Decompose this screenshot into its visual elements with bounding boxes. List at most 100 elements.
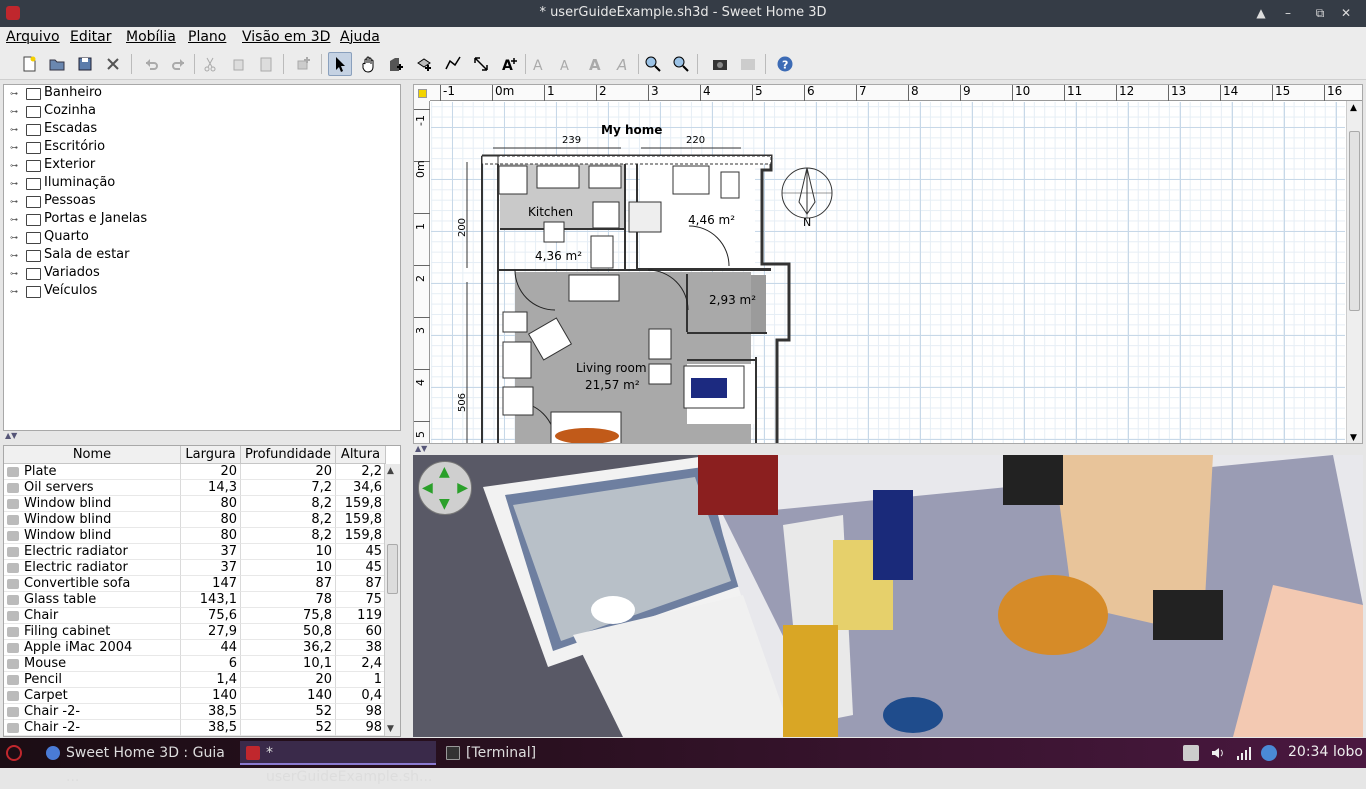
open-icon[interactable] [45, 52, 69, 76]
zoom-out-icon[interactable] [669, 52, 693, 76]
nav-down-icon[interactable]: ▼ [439, 496, 450, 512]
create-rooms-icon[interactable] [413, 52, 437, 76]
network-signal-icon[interactable] [1236, 745, 1252, 761]
table-scrollbar[interactable]: ▲ ▼ [384, 464, 400, 736]
navigation-arrows[interactable]: ▲ ▼ ◀ ▶ [418, 461, 472, 515]
paste-icon[interactable] [254, 52, 278, 76]
table-row[interactable]: Window blind 80 8,2 159,8 [4, 512, 386, 528]
expand-icon[interactable]: ⊶ [10, 233, 18, 242]
table-row[interactable]: Window blind 80 8,2 159,8 [4, 496, 386, 512]
volume-icon[interactable] [1210, 745, 1226, 761]
catalog-item[interactable]: ⊶ Exterior [4, 157, 400, 175]
new-file-icon[interactable] [17, 52, 41, 76]
splitter-handle[interactable]: ▲▼ [3, 431, 401, 441]
catalog-item[interactable]: ⊶ Banheiro [4, 85, 400, 103]
expand-icon[interactable]: ⊶ [10, 89, 18, 98]
table-row[interactable]: Electric radiator 37 10 45 [4, 560, 386, 576]
cut-icon[interactable] [198, 52, 222, 76]
create-photo-icon[interactable] [708, 52, 732, 76]
plan-scrollbar[interactable]: ▲ ▼ [1346, 101, 1362, 443]
expand-icon[interactable]: ⊶ [10, 269, 18, 278]
table-row[interactable]: Pencil 1,4 20 1 [4, 672, 386, 688]
scroll-down-icon[interactable]: ▼ [387, 724, 394, 734]
column-header-width[interactable]: Largura [181, 446, 241, 464]
scroll-down-icon[interactable]: ▼ [1350, 433, 1357, 443]
scroll-up-icon[interactable]: ▲ [387, 466, 394, 476]
table-row[interactable]: Chair -2- 38,5 52 98 [4, 720, 386, 736]
task-browser[interactable]: Sweet Home 3D : Guia ... [40, 741, 236, 785]
help-icon[interactable]: ? [773, 52, 797, 76]
table-row[interactable]: Chair 75,6 75,8 119 [4, 608, 386, 624]
task-sweethome3d[interactable]: * userGuideExample.sh... [240, 741, 436, 785]
user-name[interactable]: lobo [1333, 744, 1363, 760]
catalog-item[interactable]: ⊶ Iluminação [4, 175, 400, 193]
start-menu-icon[interactable] [6, 745, 22, 761]
preferences-icon[interactable] [101, 52, 125, 76]
menu-mobilia[interactable]: Mobília [126, 29, 176, 45]
select-mode-icon[interactable] [328, 52, 352, 76]
splitter-arrows-icon[interactable]: ▲▼ [415, 444, 427, 453]
create-polylines-icon[interactable] [441, 52, 465, 76]
table-row[interactable]: Carpet 140 140 0,4 [4, 688, 386, 704]
undo-icon[interactable] [139, 52, 163, 76]
expand-icon[interactable]: ⊶ [10, 125, 18, 134]
table-row[interactable]: Mouse 6 10,1 2,4 [4, 656, 386, 672]
table-row[interactable]: Chair -2- 38,5 52 98 [4, 704, 386, 720]
copy-icon[interactable] [226, 52, 250, 76]
catalog-item[interactable]: ⊶ Escadas [4, 121, 400, 139]
catalog-item[interactable]: ⊶ Sala de estar [4, 247, 400, 265]
pan-mode-icon[interactable] [357, 52, 381, 76]
column-header-name[interactable]: Nome [4, 446, 181, 464]
table-row[interactable]: Window blind 80 8,2 159,8 [4, 528, 386, 544]
table-row[interactable]: Convertible sofa 147 87 87 [4, 576, 386, 592]
text-style-icon[interactable]: A [527, 52, 551, 76]
create-walls-icon[interactable] [385, 52, 409, 76]
column-header-height[interactable]: Altura [336, 446, 386, 464]
catalog-item[interactable]: ⊶ Veículos [4, 283, 400, 301]
table-row[interactable]: Plate 20 20 2,2 [4, 464, 386, 480]
decrease-text-icon[interactable]: A [583, 52, 607, 76]
nav-left-icon[interactable]: ◀ [422, 480, 433, 496]
table-row[interactable]: Filing cabinet 27,9 50,8 60 [4, 624, 386, 640]
increase-text-icon[interactable]: A [555, 52, 579, 76]
catalog-item[interactable]: ⊶ Variados [4, 265, 400, 283]
nav-right-icon[interactable]: ▶ [457, 480, 468, 496]
table-row[interactable]: Electric radiator 37 10 45 [4, 544, 386, 560]
3d-view[interactable]: ▲ ▼ ◀ ▶ [413, 455, 1363, 737]
scroll-up-icon[interactable]: ▲ [1350, 103, 1357, 113]
close-icon[interactable]: ✕ [1337, 4, 1355, 22]
expand-icon[interactable]: ⊶ [10, 143, 18, 152]
maximize-icon[interactable]: ⧉ [1311, 4, 1329, 22]
nav-up-icon[interactable]: ▲ [439, 464, 450, 480]
redo-icon[interactable] [167, 52, 191, 76]
expand-icon[interactable]: ⊶ [10, 107, 18, 116]
column-header-depth[interactable]: Profundidade [241, 446, 336, 464]
menu-arquivo[interactable]: Arquivo [6, 29, 60, 45]
add-text-icon[interactable]: A [497, 52, 521, 76]
shade-icon[interactable]: ▲ [1252, 4, 1270, 22]
update-icon[interactable] [1261, 745, 1277, 761]
expand-icon[interactable]: ⊶ [10, 287, 18, 296]
catalog-item[interactable]: ⊶ Pessoas [4, 193, 400, 211]
scroll-thumb[interactable] [1349, 131, 1360, 311]
task-terminal[interactable]: [Terminal] [440, 741, 636, 765]
expand-icon[interactable]: ⊶ [10, 215, 18, 224]
menu-ajuda[interactable]: Ajuda [340, 29, 380, 45]
catalog-item[interactable]: ⊶ Portas e Janelas [4, 211, 400, 229]
plan-grid[interactable]: My home 239 220 200 506 Kitchen 4,36 m² … [431, 102, 1345, 443]
clock[interactable]: 20:34 [1288, 744, 1328, 760]
plan-view[interactable]: -1 0m 1 2 3 4 5 6 7 8 9 10 11 12 13 14 15 16 -1 0m 1 2 3 4 5 [413, 84, 1363, 444]
scroll-thumb[interactable] [387, 544, 398, 594]
create-video-icon[interactable] [736, 52, 760, 76]
save-icon[interactable] [73, 52, 97, 76]
zoom-in-icon[interactable] [641, 52, 665, 76]
catalog-item[interactable]: ⊶ Cozinha [4, 103, 400, 121]
table-row[interactable]: Apple iMac 2004 44 36,2 38 [4, 640, 386, 656]
table-row[interactable]: Glass table 143,1 78 75 [4, 592, 386, 608]
expand-icon[interactable]: ⊶ [10, 251, 18, 260]
create-dimensions-icon[interactable] [469, 52, 493, 76]
expand-icon[interactable]: ⊶ [10, 197, 18, 206]
italic-text-icon[interactable]: A [611, 52, 635, 76]
menu-editar[interactable]: Editar [70, 29, 111, 45]
splitter-handle[interactable]: ▲▼ [413, 444, 1363, 454]
